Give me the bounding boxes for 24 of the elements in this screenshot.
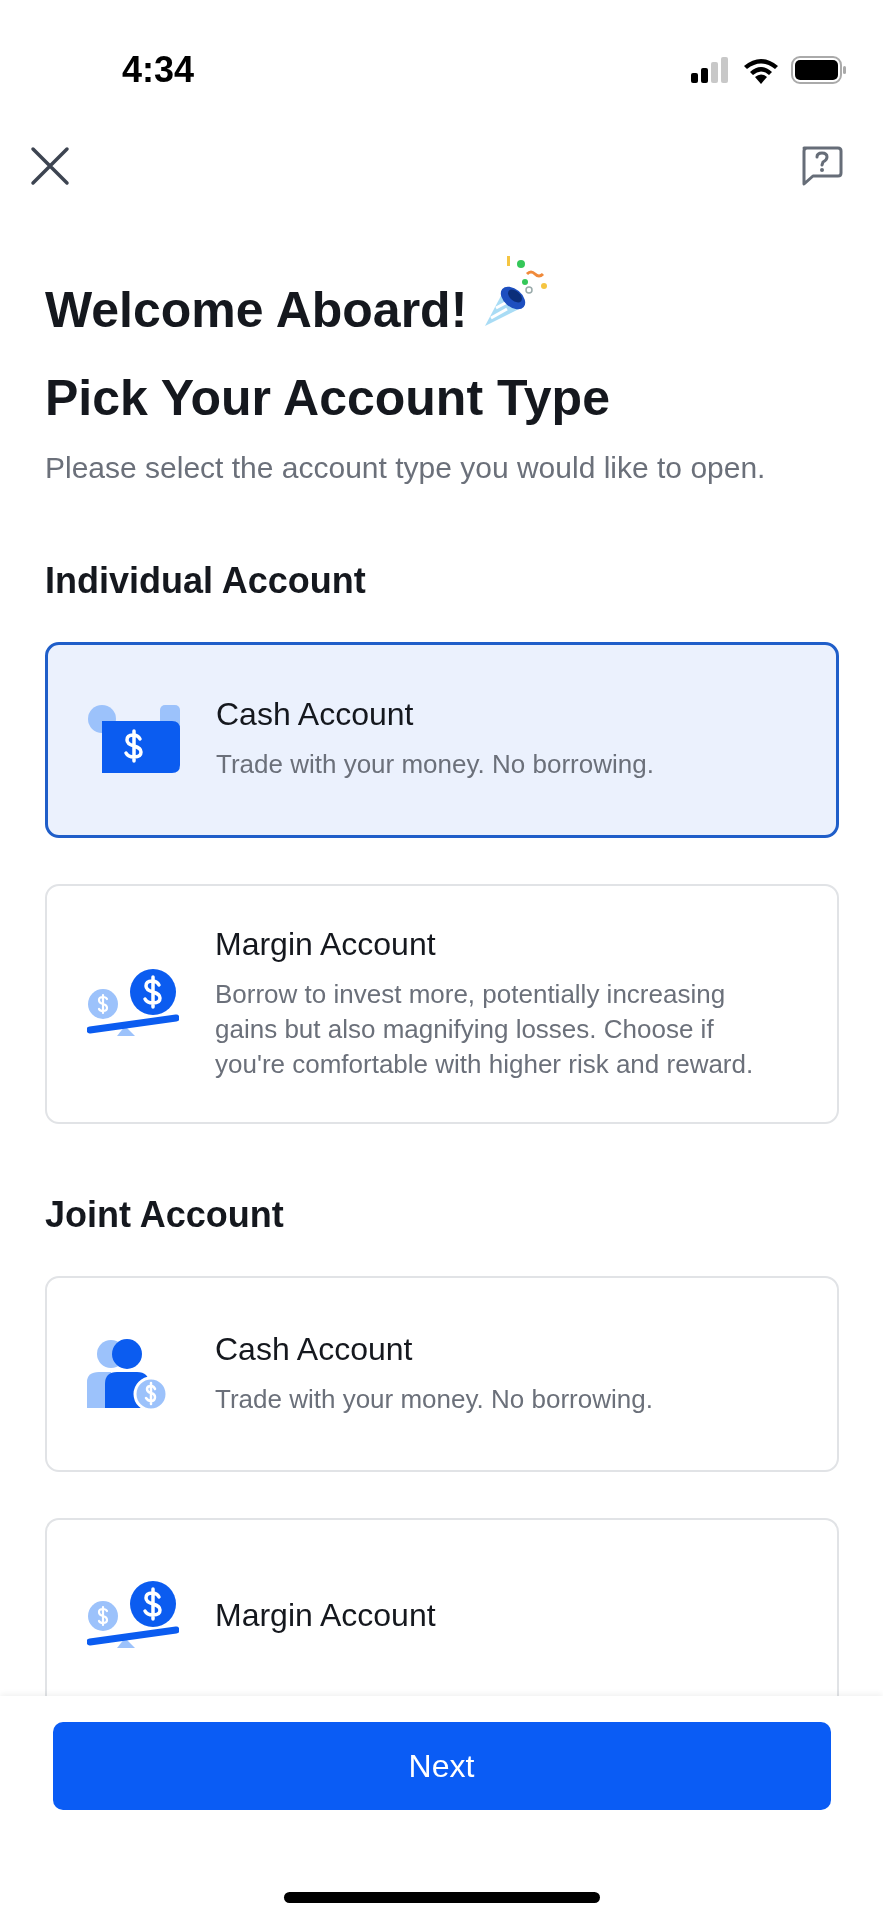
wifi-icon — [743, 56, 779, 84]
status-time: 4:34 — [122, 49, 195, 91]
option-title: Cash Account — [216, 696, 415, 734]
battery-icon — [791, 56, 847, 84]
close-icon[interactable] — [30, 146, 70, 186]
account-option-card[interactable]: Margin Account — [45, 1517, 839, 1696]
account-option-card[interactable]: Cash Account Trade with your money. No borrowing. — [45, 1275, 839, 1472]
users-dollar-icon — [87, 1337, 169, 1410]
option-title: Cash Account — [215, 1330, 414, 1368]
page-heading: Pick Your Account Type — [45, 369, 611, 428]
next-button[interactable]: Next — [52, 1722, 831, 1810]
option-description: Trade with your money. No borrowing. — [215, 1382, 654, 1416]
welcome-title: Welcome Aboard! — [45, 281, 468, 340]
option-title: Margin Account — [215, 925, 437, 963]
page-description: Please select the account type you would like to open. — [45, 450, 767, 486]
option-title: Margin Account — [215, 1597, 437, 1635]
section-title: Individual Account — [45, 559, 367, 602]
account-option-card[interactable]: Margin Account Borrow to invest more, potentially increasing gains but also magnifying losses. Choose if you're comfortable with higher risk and reward. — [45, 883, 839, 1124]
section-title: Joint Account — [45, 1193, 285, 1236]
signal-icon — [691, 57, 731, 83]
option-description: Borrow to invest more, potentially increasing gains but also magnifying losses. Choose if you're comfortable with higher risk and reward. — [215, 977, 755, 1081]
money-bill-icon — [88, 704, 180, 775]
account-option-card[interactable]: Cash Account Trade with your money. No borrowing. — [45, 641, 839, 838]
option-description: Trade with your money. No borrowing. — [216, 748, 655, 782]
